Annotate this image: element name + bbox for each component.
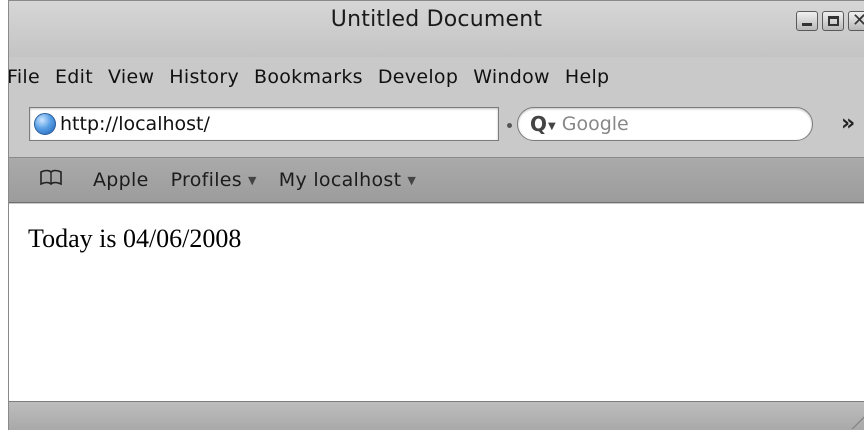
page-body-text: Today is 04/06/2008 <box>28 224 242 253</box>
maximize-icon <box>828 16 839 26</box>
search-engine-dropdown-icon[interactable]: ▼ <box>548 121 556 132</box>
resize-grip-icon[interactable] <box>850 415 864 429</box>
bookmark-my-localhost-label: My localhost <box>278 169 402 191</box>
menu-develop[interactable]: Develop <box>378 64 458 90</box>
bookmark-profiles[interactable]: Profiles ▼ <box>171 169 257 191</box>
chevron-down-icon: ▼ <box>407 174 417 187</box>
bookmark-apple-label: Apple <box>93 169 149 191</box>
minimize-icon <box>802 23 812 26</box>
chevron-down-icon: ▼ <box>247 174 257 187</box>
menu-file[interactable]: File <box>9 64 40 90</box>
open-book-svg <box>40 169 62 186</box>
navigation-toolbar: http://localhost/ Q ▼ Google » <box>9 101 864 157</box>
search-field[interactable]: Q ▼ Google <box>517 107 813 141</box>
minimize-button[interactable] <box>796 11 818 31</box>
menu-edit[interactable]: Edit <box>55 64 93 90</box>
page-content: Today is 04/06/2008 <box>9 204 864 401</box>
menu-history[interactable]: History <box>169 64 239 90</box>
close-icon: ✕ <box>852 10 864 31</box>
window-title: Untitled Document <box>330 7 543 32</box>
title-bar: Untitled Document ✕ <box>9 1 864 57</box>
search-placeholder[interactable]: Google <box>562 113 629 135</box>
window-controls: ✕ <box>796 10 864 31</box>
browser-window: Untitled Document ✕ File Edit View Histo… <box>8 0 864 430</box>
open-book-icon[interactable] <box>39 168 71 192</box>
globe-icon <box>34 113 56 135</box>
bookmark-profiles-label: Profiles <box>170 169 242 191</box>
menu-help[interactable]: Help <box>565 64 610 90</box>
address-resize-handle[interactable] <box>507 123 512 128</box>
toolbar-overflow-icon[interactable]: » <box>841 111 855 136</box>
menu-view[interactable]: View <box>108 64 154 90</box>
menu-bookmarks[interactable]: Bookmarks <box>254 64 363 90</box>
status-bar <box>9 401 864 430</box>
menu-bar: File Edit View History Bookmarks Develop… <box>9 59 624 95</box>
bookmarks-bar: Apple Profiles ▼ My localhost ▼ <box>9 157 864 203</box>
address-bar[interactable]: http://localhost/ <box>29 107 499 141</box>
bookmark-my-localhost[interactable]: My localhost ▼ <box>279 169 416 191</box>
maximize-button[interactable] <box>822 11 844 31</box>
bookmark-apple[interactable]: Apple <box>93 169 149 191</box>
address-text[interactable]: http://localhost/ <box>60 113 210 135</box>
menu-window[interactable]: Window <box>473 64 550 90</box>
close-button[interactable]: ✕ <box>848 10 864 31</box>
search-icon[interactable]: Q <box>530 112 547 136</box>
